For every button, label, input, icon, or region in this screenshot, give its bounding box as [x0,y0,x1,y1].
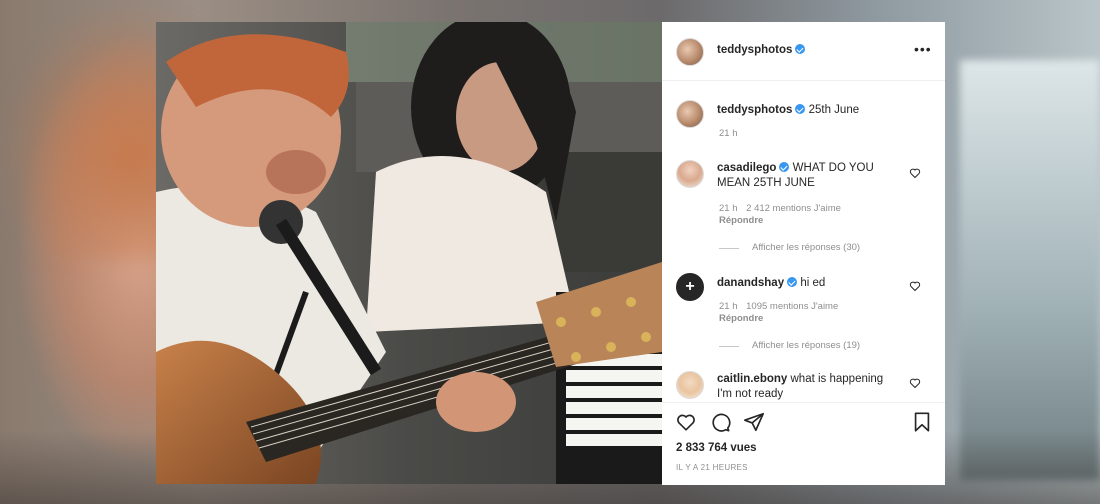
reply-button[interactable]: Répondre [719,215,763,226]
comment-likes[interactable]: 1095 mentions J'aime [746,301,838,312]
verified-icon [795,104,806,114]
comment-likes[interactable]: 2 412 mentions J'aime [746,203,841,214]
comment-like-heart-icon[interactable] [909,280,921,292]
comment-username[interactable]: danandshay [717,277,784,289]
comment-avatar[interactable] [676,273,704,301]
more-options-icon[interactable]: ••• [914,42,932,56]
caption: teddysphotos 25th June [717,103,859,118]
comment-1: casadilego WHAT DO YOU MEAN 25TH JUNE [717,161,892,191]
comment-time: 21 h [719,301,738,312]
reply-button[interactable]: Répondre [719,313,763,324]
comment-like-heart-icon[interactable] [909,167,921,179]
comment-1-meta: 21 h 2 412 mentions J'aime [719,203,847,214]
share-icon[interactable] [743,411,765,433]
video-frame [156,22,662,484]
view-count: 2 833 764 vues [676,442,757,454]
replies-divider [719,248,739,249]
comment-avatar[interactable] [676,160,704,188]
caption-text: 25th June [808,104,860,116]
comment-2: danandshay hi ed [717,276,897,291]
post-header: teddysphotos ••• [662,22,945,81]
comment-like-heart-icon[interactable] [909,377,921,389]
comment-3: caitlin.ebony what is happening I'm not … [717,372,892,402]
heart-icon[interactable] [675,411,697,433]
comment-2-meta: 21 h 1095 mentions J'aime [719,301,844,312]
video-player[interactable] [156,22,662,484]
verified-icon [795,44,806,54]
author-username[interactable]: teddysphotos [717,44,806,56]
view-replies-button[interactable]: Afficher les réponses (19) [752,340,860,351]
replies-divider [719,346,739,347]
comment-username[interactable]: caitlin.ebony [717,373,787,385]
verified-icon [779,162,790,172]
caption-avatar[interactable] [676,100,704,128]
comment-text: hi ed [800,277,826,289]
view-replies-button[interactable]: Afficher les réponses (30) [752,242,860,253]
comment-avatar[interactable] [676,371,704,399]
caption-username[interactable]: teddysphotos [717,104,792,116]
caption-time: 21 h [719,128,738,139]
author-avatar[interactable] [676,38,704,66]
bookmark-icon[interactable] [911,411,933,433]
post-panel: teddysphotos ••• teddysphotos 25th June … [662,22,945,485]
author-username-text[interactable]: teddysphotos [717,44,792,56]
comment-3-clip: caitlin.ebony what is happening I'm not … [662,362,945,402]
verified-icon [787,277,798,287]
comment-username[interactable]: casadilego [717,162,776,174]
post-actions-bar: 2 833 764 vues IL Y A 21 HEURES [662,402,945,485]
comment-time: 21 h [719,203,738,214]
post-timestamp[interactable]: IL Y A 21 HEURES [676,463,748,472]
comment-icon[interactable] [709,411,731,433]
